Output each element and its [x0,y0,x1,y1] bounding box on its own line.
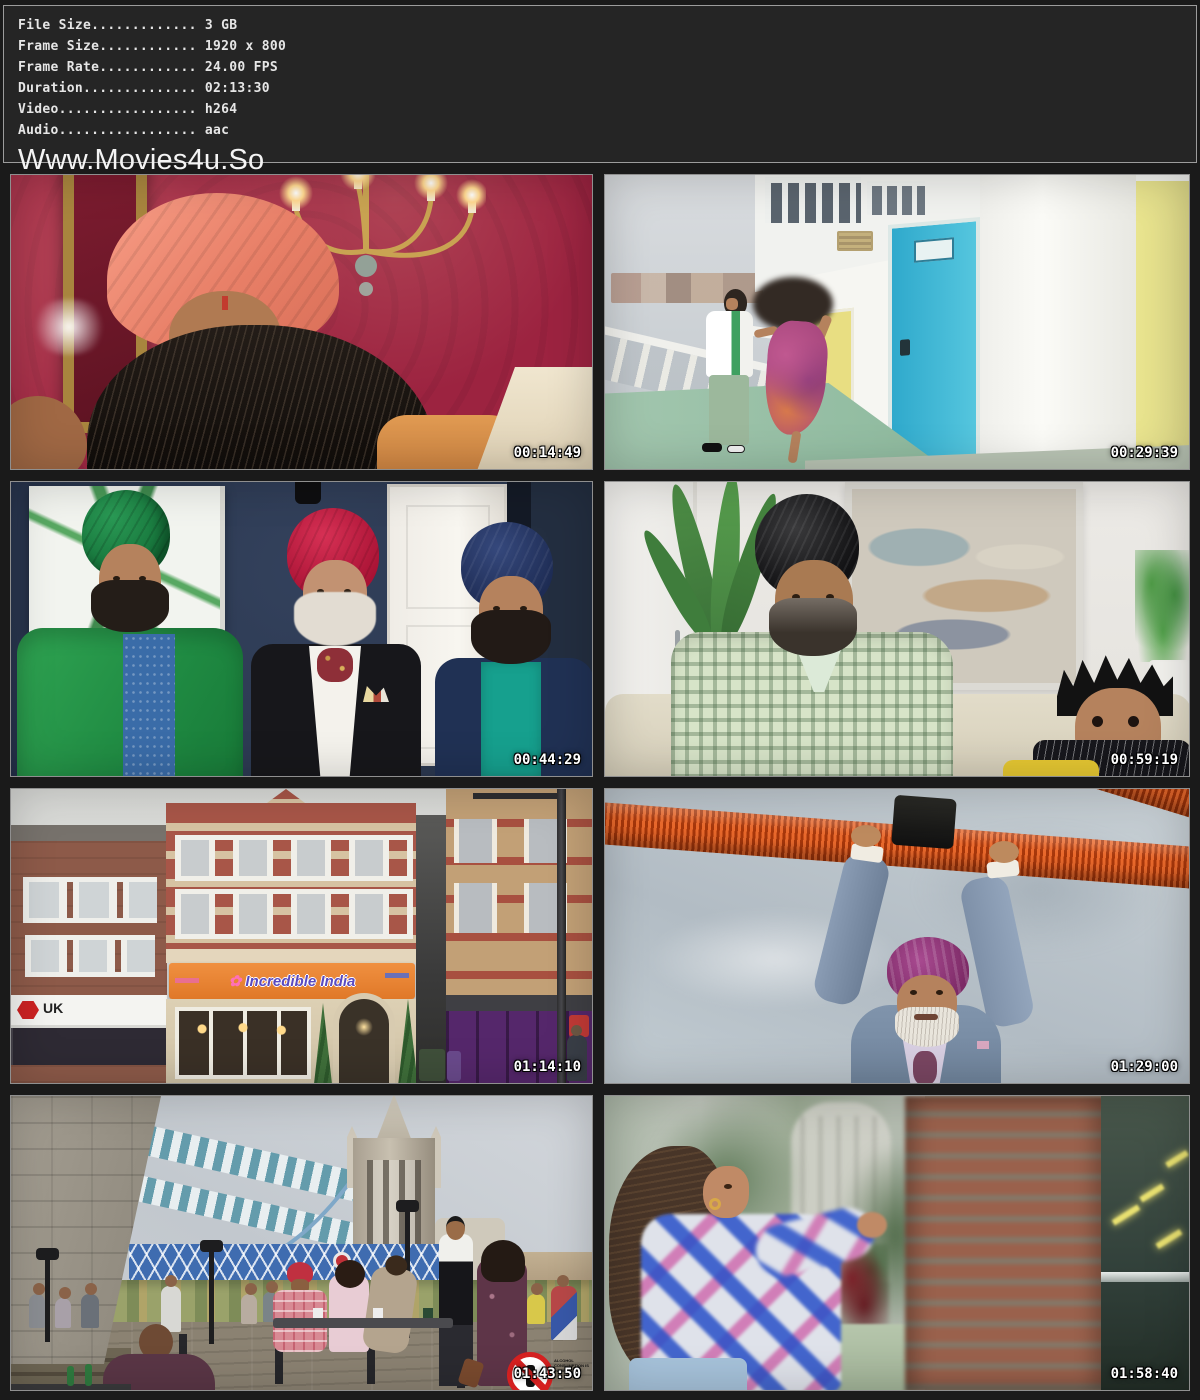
cravat [913,1051,937,1084]
pipe-coupling-band [891,795,957,850]
white-beard [294,592,376,646]
media-info-line-video: Video................. h264 [18,99,1196,120]
cafe-patron [241,1294,257,1324]
timestamp-overlay: 01:43:50 [514,1366,581,1382]
media-info-line-file-size: File Size............. 3 GB [18,15,1196,36]
sign-small-text-left [175,978,199,983]
left-windows-row-2 [25,935,155,977]
man-left-beard [91,580,169,632]
yellow-wall-right [1136,181,1190,470]
cafe-patron [29,1294,45,1328]
blue-shirt [123,634,175,777]
restaurant-sign: Incredible India [169,963,415,999]
wheelie-bin [419,1049,445,1081]
sign-small-text-right [385,973,409,978]
left-shopfront [11,1025,167,1065]
site-watermark: Www.Movies4u.So [18,144,1196,177]
man-shoe [702,443,722,452]
dark-glass-right [1101,1096,1190,1391]
woman-profile-face [703,1166,749,1218]
brick-pillar-blur [905,1096,1105,1391]
man-sage-pants [709,375,749,445]
handrail [1101,1272,1190,1282]
incense-smoke [29,299,109,355]
right-fascia [446,995,593,1011]
cafe-patron [55,1298,71,1328]
man-shoe-2 [727,445,745,453]
media-info-line-frame-size: Frame Size............ 1920 x 800 [18,36,1196,57]
purple-bin [447,1051,461,1081]
red-turban-man [287,1262,313,1284]
left-hand [851,825,881,847]
screenshot-thumbnail-8[interactable]: 01:58:40 [604,1095,1190,1391]
yellow-blanket [1003,760,1099,777]
alley [416,815,446,1084]
white-beard [895,1007,959,1047]
monstera-plant [1135,550,1190,662]
man-right-beard [471,610,551,664]
vent-grille [837,231,873,251]
cafe-patron [81,1294,99,1328]
media-info-panel: File Size............. 3 GB Frame Size..… [3,5,1197,163]
restaurant-window [175,1007,311,1079]
green-bottle [67,1366,74,1386]
cafe-patron [551,1286,577,1340]
timestamp-overlay: 01:58:40 [1111,1366,1178,1382]
pocket-square [977,1041,989,1049]
screenshot-thumbnail-5[interactable]: UK Incredible India 01:14:10 [10,788,593,1084]
timestamp-overlay: 00:44:29 [514,752,581,768]
paisley-cravat [317,648,353,682]
right-hand [989,841,1019,863]
wall-speaker [295,482,321,504]
balustrade-2 [867,181,925,215]
media-info-line-frame-rate: Frame Rate............ 24.00 FPS [18,57,1196,78]
woman-hand [857,1212,887,1238]
timestamp-overlay: 00:29:39 [1111,445,1178,461]
left-windows-row [23,877,157,923]
hoop-earring [709,1198,721,1210]
grey-beard [769,598,857,656]
cafe-table [273,1318,453,1328]
cafe-patron [161,1286,181,1332]
cyan-hut-door [888,217,980,470]
screenshot-thumbnail-4[interactable]: 00:59:19 [604,481,1190,777]
screenshot-thumbnail-3[interactable]: 00:44:29 [10,481,593,777]
facade-windows-row-2 [175,889,413,939]
arched-entrance [333,993,395,1084]
stone-cornice [166,949,416,963]
bank-sign-text: UK [43,1000,63,1016]
media-info-line-audio: Audio................. aac [18,120,1196,141]
white-pillar [980,175,1136,470]
street-lamp-pole [557,789,566,1084]
timestamp-overlay: 01:29:00 [1111,1059,1178,1075]
screenshot-thumbnail-1[interactable]: 00:14:49 [10,174,593,470]
restaurant-sign-text: Incredible India [229,972,356,990]
timestamp-overlay: 01:14:10 [514,1059,581,1075]
man-track-jacket [706,311,753,377]
lamp-post-2 [209,1248,214,1344]
facade-windows-row [175,835,413,881]
balustrade [765,177,861,223]
timestamp-overlay: 00:59:19 [1111,752,1178,768]
screenshot-thumbnail-6[interactable]: 01:29:00 [604,788,1190,1084]
screenshot-thumbnail-7[interactable]: ALCOHOL CONSUMPTION IS INJURI 01:43:50 [10,1095,593,1391]
timestamp-overlay: 00:14:49 [514,445,581,461]
lamp-post-3 [45,1256,50,1342]
screenshot-thumbnail-2[interactable]: 00:29:39 [604,174,1190,470]
green-bottle-2 [85,1364,92,1386]
cafe-patron [527,1294,545,1324]
media-info-line-duration: Duration.............. 02:13:30 [18,78,1196,99]
blue-jeans [629,1358,747,1391]
